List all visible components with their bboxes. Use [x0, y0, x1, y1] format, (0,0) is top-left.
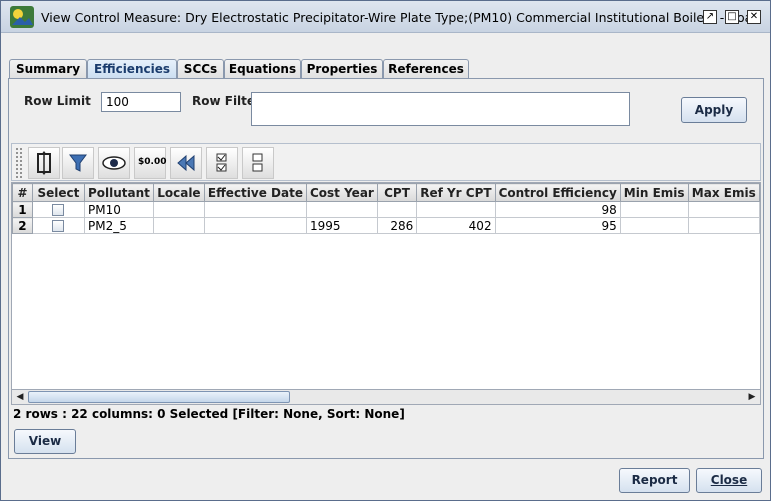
ref-yr-cpt-cell[interactable] [416, 201, 496, 218]
row-limit-label: Row Limit [24, 94, 91, 108]
pollutant-cell[interactable]: PM2_5 [83, 217, 154, 234]
max-emis-cell[interactable] [687, 217, 760, 234]
table-row[interactable]: 2 PM2_5 1995 286 402 95 [12, 217, 760, 234]
column-header[interactable]: Cost Year [305, 183, 378, 202]
cost-year-cell[interactable] [305, 201, 378, 218]
minimize-icon[interactable]: ↗ [703, 10, 717, 24]
column-header[interactable]: Effective Date [203, 183, 307, 202]
table-toolbar: $0.00 [11, 143, 761, 181]
efficiencies-panel: Row Limit 100 Row Filter Apply $0.00 # S… [8, 78, 764, 459]
locale-cell[interactable] [152, 201, 205, 218]
horizontal-scrollbar[interactable]: ◀ ▶ [11, 389, 761, 405]
format-dollar-icon[interactable]: $0.00 [134, 147, 166, 179]
min-emis-cell[interactable] [619, 201, 689, 218]
view-eye-icon[interactable] [98, 147, 130, 179]
close-button[interactable]: Close [696, 468, 762, 493]
view-button[interactable]: View [14, 429, 76, 454]
table-status-text: 2 rows : 22 columns: 0 Selected [Filter:… [13, 407, 405, 421]
tab-equations[interactable]: Equations [224, 59, 301, 79]
reset-rewind-icon[interactable] [170, 147, 202, 179]
table-row[interactable]: 1 PM10 98 [12, 201, 760, 218]
effective-date-cell[interactable] [203, 201, 307, 218]
select-cell[interactable] [31, 201, 85, 218]
efficiencies-table: # Select Pollutant Locale Effective Date… [11, 182, 761, 404]
pollutant-cell[interactable]: PM10 [83, 201, 154, 218]
control-efficiency-cell[interactable]: 98 [494, 201, 621, 218]
ref-yr-cpt-cell[interactable]: 402 [416, 217, 496, 234]
column-header[interactable]: Ref Yr CPT [416, 183, 496, 202]
max-emis-cell[interactable] [687, 201, 760, 218]
row-number[interactable]: 1 [12, 201, 33, 218]
toolbar-grip[interactable] [15, 147, 23, 179]
maximize-icon[interactable]: □ [725, 10, 739, 24]
column-header[interactable]: Control Efficiency [494, 183, 621, 202]
column-header[interactable]: # [12, 183, 33, 202]
window-title: View Control Measure: Dry Electrostatic … [41, 10, 756, 25]
title-bar: View Control Measure: Dry Electrostatic … [1, 1, 770, 33]
tab-references[interactable]: References [383, 59, 469, 79]
apply-button[interactable]: Apply [681, 97, 747, 123]
tab-summary[interactable]: Summary [9, 59, 87, 79]
column-header[interactable]: Max Emis [687, 183, 760, 202]
control-measure-window: View Control Measure: Dry Electrostatic … [0, 0, 771, 501]
report-button[interactable]: Report [619, 468, 690, 493]
column-header[interactable]: Locale [152, 183, 205, 202]
effective-date-cell[interactable] [203, 217, 307, 234]
column-resize-icon[interactable] [28, 147, 60, 179]
tab-efficiencies[interactable]: Efficiencies [87, 59, 177, 80]
locale-cell[interactable] [152, 217, 205, 234]
min-emis-cell[interactable] [619, 217, 689, 234]
column-header[interactable]: Pollutant [83, 183, 154, 202]
cost-year-cell[interactable]: 1995 [305, 217, 378, 234]
row-limit-input[interactable]: 100 [101, 92, 181, 112]
row-select-checkbox[interactable] [52, 220, 65, 232]
scroll-left-icon[interactable]: ◀ [12, 390, 28, 404]
column-header[interactable]: CPT [376, 183, 418, 202]
row-number[interactable]: 2 [12, 217, 33, 234]
close-window-icon[interactable]: ✕ [747, 10, 761, 24]
table-header-row: # Select Pollutant Locale Effective Date… [12, 183, 760, 202]
row-filter-input[interactable] [251, 92, 630, 126]
row-select-checkbox[interactable] [52, 204, 65, 216]
tab-sccs[interactable]: SCCs [177, 59, 224, 79]
cpt-cell[interactable] [376, 201, 418, 218]
select-cell[interactable] [31, 217, 85, 234]
cpt-cell[interactable]: 286 [376, 217, 418, 234]
filter-icon[interactable] [62, 147, 94, 179]
column-header[interactable]: Min Emis [619, 183, 689, 202]
app-logo-icon [10, 6, 34, 28]
scrollbar-thumb[interactable] [28, 391, 290, 403]
select-all-icon[interactable] [206, 147, 238, 179]
tab-properties[interactable]: Properties [301, 59, 383, 79]
scroll-right-icon[interactable]: ▶ [744, 390, 760, 404]
control-efficiency-cell[interactable]: 95 [494, 217, 621, 234]
column-header[interactable]: Select [31, 183, 85, 202]
dollar-format-text: $0.00 [138, 157, 167, 167]
clear-selection-icon[interactable] [242, 147, 274, 179]
